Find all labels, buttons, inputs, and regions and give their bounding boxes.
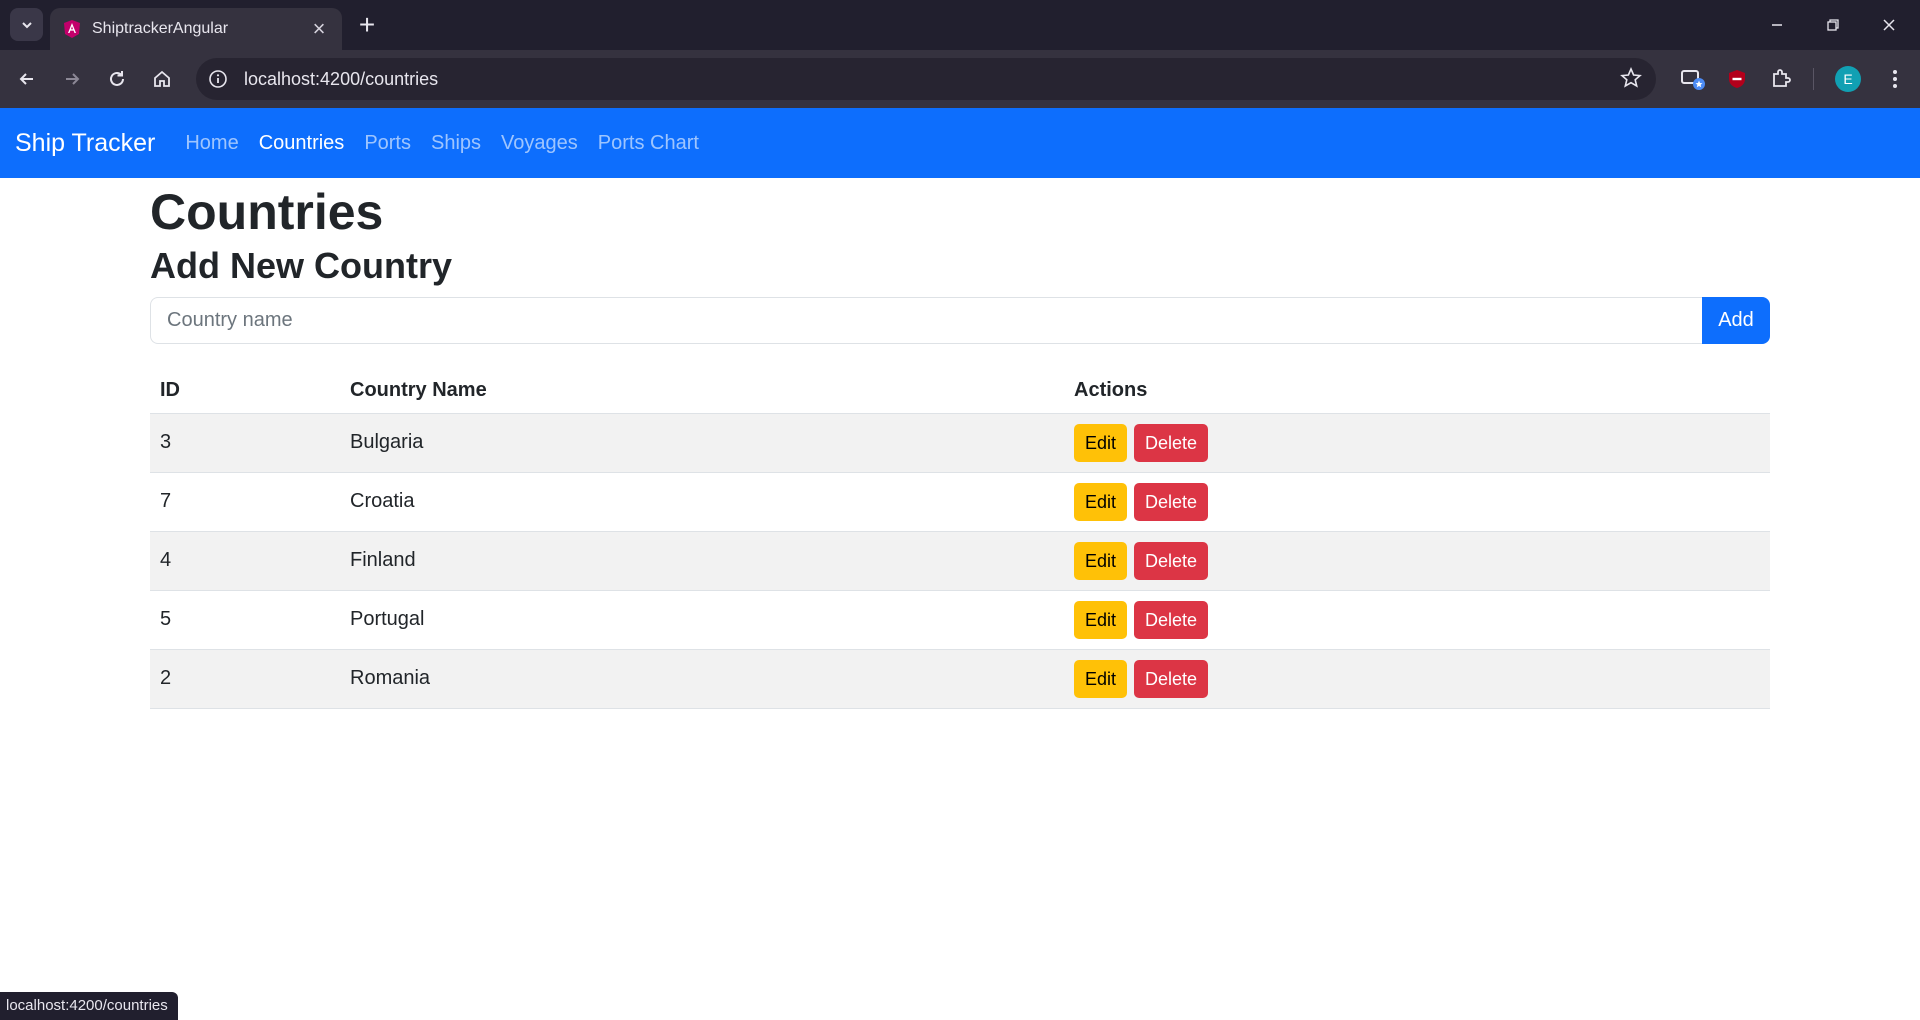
minimize-button[interactable] [1754,8,1800,42]
reload-icon [110,71,124,86]
edit-button[interactable]: Edit [1074,541,1128,580]
restore-button[interactable] [1810,8,1856,42]
back-button[interactable] [10,62,44,96]
browser-tab-bar: ShiptrackerAngular × + [0,0,1920,50]
profile-avatar[interactable]: E [1835,66,1861,92]
home-icon [154,70,170,87]
cell-country-name: Portugal [340,590,1064,650]
nav-link-voyages[interactable]: Voyages [501,132,578,155]
close-tab-icon[interactable]: × [308,18,330,40]
delete-button[interactable]: Delete [1134,423,1209,462]
cell-id: 5 [150,590,340,650]
close-window-button[interactable] [1866,8,1912,42]
table-row: 2 Romania Edit Delete [150,649,1770,709]
reload-button[interactable] [100,62,134,96]
edit-button[interactable]: Edit [1074,482,1128,521]
add-country-heading: Add New Country [150,245,452,286]
add-country-form: Add [150,297,1770,345]
site-info-icon[interactable] [204,65,232,93]
angular-icon [64,20,80,38]
cell-actions: Edit Delete [1064,531,1770,591]
cell-id: 4 [150,531,340,591]
header-actions: Actions [1064,369,1770,414]
navbar-brand[interactable]: Ship Tracker [15,129,155,158]
bookmark-star-icon[interactable] [1620,66,1642,94]
cell-actions: Edit Delete [1064,472,1770,532]
cell-id: 7 [150,472,340,532]
delete-button[interactable]: Delete [1134,541,1209,580]
delete-button[interactable]: Delete [1134,600,1209,639]
nav-link-ports[interactable]: Ports [364,132,411,155]
address-bar[interactable]: localhost:4200/countries [196,58,1656,100]
minimize-icon [1772,24,1782,26]
edit-button[interactable]: Edit [1074,600,1128,639]
nav-link-countries[interactable]: Countries [259,132,345,155]
cell-actions: Edit Delete [1064,413,1770,473]
browser-toolbar: localhost:4200/countries [0,50,1920,108]
cell-country-name: Romania [340,649,1064,709]
extension-cast-icon[interactable] [1676,62,1710,96]
arrow-left-icon [19,73,33,85]
more-vert-icon [1893,70,1897,88]
delete-button[interactable]: Delete [1134,482,1209,521]
restore-icon [1827,19,1839,31]
table-header-row: ID Country Name Actions [150,369,1770,414]
cell-country-name: Croatia [340,472,1064,532]
header-country-name: Country Name [340,369,1064,414]
main-content: Countries Add New Country Add ID Country… [150,178,1770,709]
tab-search-button[interactable] [10,8,43,41]
table-row: 5 Portugal Edit Delete [150,590,1770,650]
forward-button[interactable] [55,62,89,96]
header-id: ID [150,369,340,414]
shield-extension-icon[interactable] [1720,62,1754,96]
add-country-button[interactable]: Add [1702,297,1770,345]
cell-country-name: Finland [340,531,1064,591]
cell-id: 3 [150,413,340,473]
countries-table: ID Country Name Actions 3 Bulgaria Edit D… [150,369,1770,709]
table-row: 4 Finland Edit Delete [150,531,1770,591]
nav-link-ports-chart[interactable]: Ports Chart [598,132,699,155]
browser-menu-button[interactable] [1880,62,1910,96]
chevron-down-icon [21,21,32,28]
cell-actions: Edit Delete [1064,590,1770,650]
edit-button[interactable]: Edit [1074,659,1128,698]
nav-link-home[interactable]: Home [185,132,238,155]
extensions-puzzle-icon[interactable] [1764,62,1798,96]
table-row: 3 Bulgaria Edit Delete [150,413,1770,473]
edit-button[interactable]: Edit [1074,423,1128,462]
app-navbar: Ship Tracker Home Countries Ports Ships … [0,108,1920,178]
cell-actions: Edit Delete [1064,649,1770,709]
new-tab-button[interactable]: + [352,10,382,40]
status-bar-url: localhost:4200/countries [0,992,178,1020]
nav-link-ships[interactable]: Ships [431,132,481,155]
delete-button[interactable]: Delete [1134,659,1209,698]
cell-id: 2 [150,649,340,709]
cell-country-name: Bulgaria [340,413,1064,473]
toolbar-separator [1813,68,1814,90]
browser-tab[interactable]: ShiptrackerAngular × [50,8,342,50]
page-title: Countries [150,184,384,240]
close-icon [1883,19,1895,31]
url-text: localhost:4200/countries [244,68,439,89]
arrow-right-icon [66,73,80,85]
country-name-input[interactable] [150,297,1702,345]
home-button[interactable] [145,62,179,96]
tab-title: ShiptrackerAngular [92,20,229,37]
table-row: 7 Croatia Edit Delete [150,472,1770,532]
